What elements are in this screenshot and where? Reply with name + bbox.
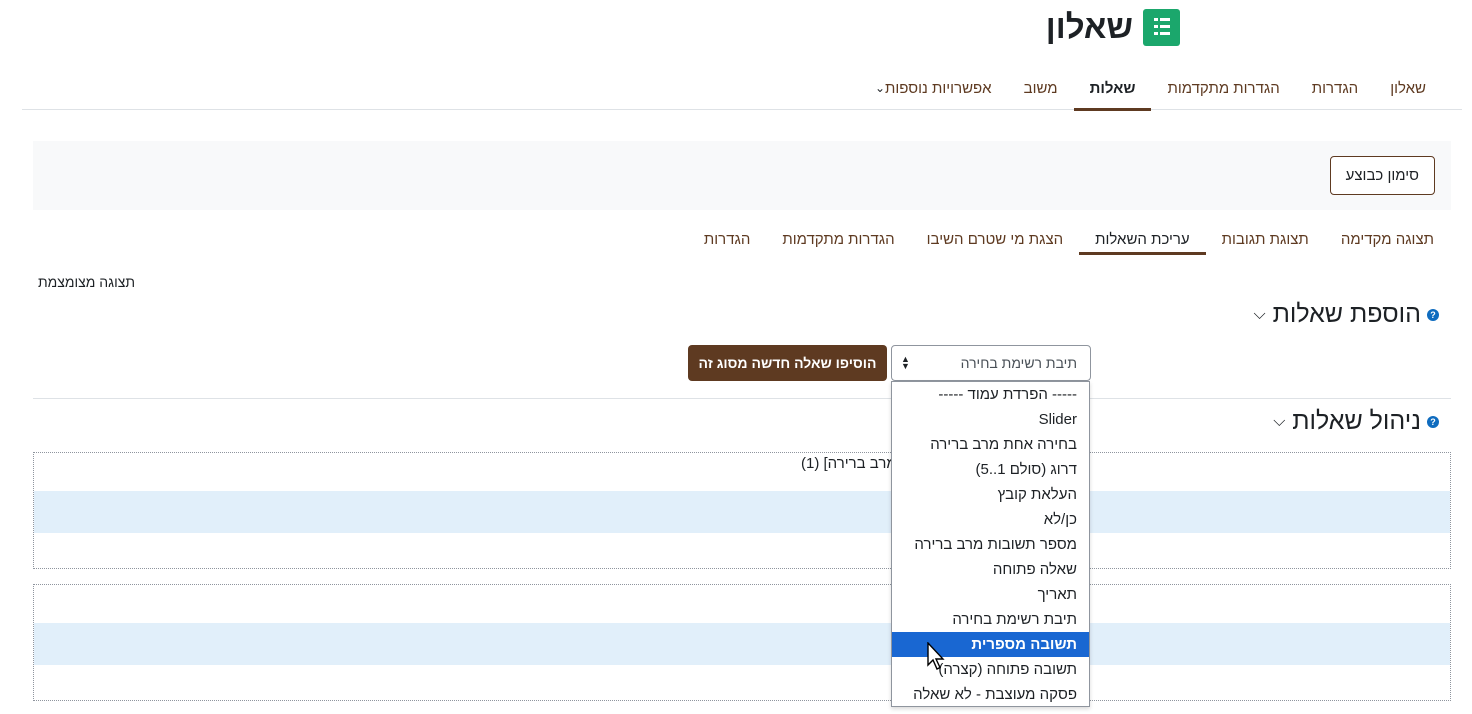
subnav-non-respondents[interactable]: הצגת מי שטרם השיבו xyxy=(911,224,1080,254)
dropdown-option[interactable]: שאלה פתוחה xyxy=(892,557,1089,582)
question-row-shaded xyxy=(34,623,1450,665)
subnav-view-responses[interactable]: תצוגת תגובות xyxy=(1206,224,1325,254)
dropdown-option[interactable]: העלאת קובץ xyxy=(892,482,1089,507)
dropdown-option[interactable]: תשובה פתוחה (קצרה) xyxy=(892,657,1089,682)
compact-view-link[interactable]: תצוגה מצומצמת xyxy=(38,274,135,290)
section-divider xyxy=(33,398,1451,399)
nav-tab-questions[interactable]: שאלות xyxy=(1073,66,1152,111)
manage-questions-header[interactable]: ⌵ ניהול שאלות ? xyxy=(1272,407,1439,436)
select-arrows-icon: ▲ ▼ xyxy=(901,354,910,371)
primary-nav: שאלון הגדרות הגדרות מתקדמות שאלות משוב א… xyxy=(22,66,1462,111)
question-title: מרב ברירה] (1) xyxy=(801,455,897,472)
dropdown-option[interactable]: דרוג (סולם 1..5) xyxy=(892,457,1089,482)
mouse-cursor-icon xyxy=(927,642,945,670)
dropdown-option[interactable]: בחירה אחת מרב ברירה xyxy=(892,432,1089,457)
dropdown-option[interactable]: תאריך xyxy=(892,582,1089,607)
questionnaire-list-icon xyxy=(1143,8,1180,46)
nav-tab-questionnaire[interactable]: שאלון xyxy=(1374,66,1442,110)
add-questions-heading: הוספת שאלות xyxy=(1272,300,1421,328)
nav-tab-feedback[interactable]: משוב xyxy=(1008,66,1074,110)
add-questions-header[interactable]: ⌵ הוספת שאלות ? xyxy=(1253,300,1439,329)
chevron-down-icon: ⌄ xyxy=(874,81,886,95)
question-box xyxy=(33,584,1451,701)
dropdown-option[interactable]: פסקה מעוצבת - לא שאלה xyxy=(892,682,1089,707)
chevron-down-icon[interactable]: ⌵ xyxy=(1253,306,1267,324)
nav-tab-advanced-settings[interactable]: הגדרות מתקדמות xyxy=(1151,66,1295,110)
subnav-advanced-settings[interactable]: הגדרות מתקדמות xyxy=(766,224,910,254)
question-type-select[interactable]: ▲ ▼ תיבת רשימת בחירה xyxy=(891,345,1091,381)
page-header: שאלון xyxy=(1046,8,1180,46)
subnav-edit-questions[interactable]: עריכת השאלות xyxy=(1079,224,1206,255)
help-icon[interactable]: ? xyxy=(1427,415,1439,428)
dropdown-option[interactable]: כן/לא xyxy=(892,507,1089,532)
help-icon[interactable]: ? xyxy=(1427,308,1439,321)
subnav-settings[interactable]: הגדרות xyxy=(688,224,766,254)
nav-tab-settings[interactable]: הגדרות xyxy=(1296,66,1374,110)
question-type-dropdown-list[interactable]: ----- הפרדת עמוד ----- Slider בחירה אחת מר… xyxy=(891,381,1090,707)
add-new-question-button[interactable]: הוסיפו שאלה חדשה מסוג זה xyxy=(688,345,887,381)
chevron-down-icon[interactable]: ⌵ xyxy=(1272,413,1286,431)
question-box: מרב ברירה] (1) xyxy=(33,452,1451,569)
dropdown-option[interactable]: תיבת רשימת בחירה xyxy=(892,607,1089,632)
dropdown-option[interactable]: Slider xyxy=(892,407,1089,432)
dropdown-option[interactable]: מספר תשובות מרב ברירה xyxy=(892,532,1089,557)
subnav-preview[interactable]: תצוגה מקדימה xyxy=(1325,224,1450,254)
nav-more-label: אפשרויות נוספות xyxy=(885,79,992,97)
question-type-value: תיבת רשימת בחירה xyxy=(960,355,1077,371)
secondary-nav: תצוגה מקדימה תצוגת תגובות עריכת השאלות ה… xyxy=(688,224,1450,255)
mark-as-done-button[interactable]: סימון כבוצע xyxy=(1329,156,1435,195)
manage-questions-heading: ניהול שאלות xyxy=(1292,407,1421,435)
page-title: שאלון xyxy=(1045,8,1133,45)
dropdown-option[interactable]: ----- הפרדת עמוד ----- xyxy=(892,382,1089,407)
dropdown-option[interactable]: תשובה מספרית xyxy=(892,632,1089,657)
activity-completion-bar: סימון כבוצע xyxy=(33,141,1451,210)
nav-tab-more-options[interactable]: אפשרויות נוספות ⌄ xyxy=(854,66,1008,110)
question-row-shaded xyxy=(34,491,1450,533)
